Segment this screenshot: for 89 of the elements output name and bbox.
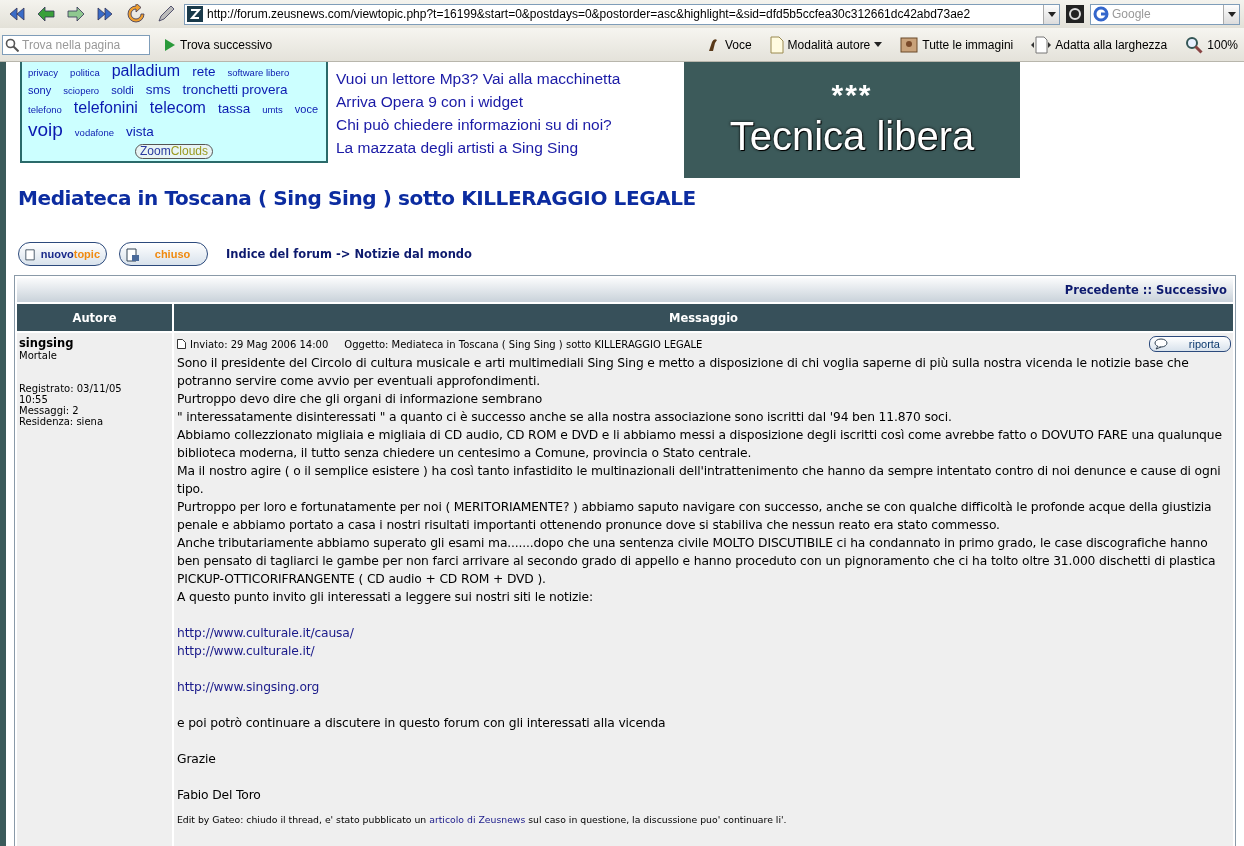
- news-link[interactable]: Vuoi un lettore Mp3? Vai alla macchinetta: [336, 67, 676, 90]
- lock-icon: [126, 246, 140, 262]
- search-field[interactable]: Google: [1112, 7, 1220, 21]
- caret-icon: [1227, 11, 1236, 17]
- author-detail: Registrato: 03/11/05: [19, 383, 123, 394]
- caret-icon: [1047, 11, 1056, 17]
- speech-bubble-icon: [1154, 338, 1170, 350]
- dropdown-button[interactable]: [1043, 4, 1059, 24]
- article-link[interactable]: articolo di Zeusnews: [429, 814, 526, 825]
- tag-link[interactable]: voce: [294, 101, 318, 118]
- topic-title: Mediateca in Toscana ( Sing Sing ) sotto KILLERAGGIO LEGALE: [18, 186, 697, 210]
- message-text: Ma il nostro agire ( o il semplice esistere ) ha così tanto infastidito le multinazionali dell'intrattenimento che hanno da sempre intentato contro di noi denunce e cause di ogni tipo.: [177, 463, 1222, 498]
- tag-link[interactable]: privacy: [28, 64, 59, 81]
- edit-note: Edit by Gateo: chiudo il thread, e' stato pubblicato un articolo di Zeusnews sul caso in questione, la discussione puo' continuare li'.: [177, 814, 788, 825]
- tag-link[interactable]: telefonini: [73, 99, 138, 116]
- dropdown-button[interactable]: [1223, 4, 1239, 24]
- tag-link[interactable]: politica: [70, 64, 100, 81]
- tag-link[interactable]: rete: [192, 63, 216, 80]
- column-header: Messaggio: [174, 304, 1233, 331]
- toolbar-button[interactable]: Adatta alla larghezza: [1027, 35, 1172, 54]
- page-icon: [769, 35, 784, 54]
- tag-link[interactable]: telefono: [28, 101, 62, 118]
- zoom-button[interactable]: 100%: [1181, 35, 1242, 54]
- reload-icon[interactable]: [124, 3, 148, 25]
- author-rank: Mortale: [19, 350, 58, 361]
- notepad-icon: [25, 246, 37, 262]
- author-detail: 10:55: [19, 394, 48, 405]
- message-text: Purtroppo devo dire che gli organi di informazione sembrano: [177, 391, 544, 408]
- message-text: Anche tributariamente abbiamo superato gli esami ma.......dopo che una sentenza civile MOLTO DISCUTIBILE ci ha condannato in primo grado, le case discografiche hanno ben pensato di tagliarci le gambe per non farci arrivare al secondo grado di appello e hanno proceduto con un pignoramento che ci ha tolto oltre 31.000 dischetti di plastica PICKUP-OTTICORIFRANGENTE ( CD audio + CD ROM + DVD ).: [177, 535, 1217, 588]
- message-text: Sono il presidente del Circolo di cultura musicale e arti multimediali Sing Sing e metto a disposizione di chi voglia saperne di più sulla nostra vicenda le notizie base che potranno servire come avvio per eventuali approfondimenti.: [177, 355, 1190, 390]
- fit-width-icon: [1031, 35, 1052, 54]
- tag-link[interactable]: telecom: [149, 99, 206, 116]
- message-text: Grazie: [177, 751, 217, 768]
- tag-link[interactable]: software libero: [227, 64, 290, 81]
- url-link[interactable]: http://www.culturale.it/: [177, 642, 315, 660]
- search-icon: [5, 37, 19, 52]
- zoom-icon: [1185, 35, 1204, 54]
- tag-link[interactable]: sony: [28, 82, 52, 99]
- nav-separator: ::: [1142, 283, 1153, 297]
- news-link[interactable]: Chi può chiedere informazioni su di noi?: [336, 113, 676, 136]
- find-field[interactable]: Trova nella pagina: [22, 37, 149, 52]
- message-text: Fabio Del Toro: [177, 787, 262, 804]
- previous-link[interactable]: Precedente: [1064, 283, 1139, 297]
- news-link[interactable]: La mazzata degli artisti a Sing Sing: [336, 136, 676, 159]
- author-detail: Residenza: siena: [19, 416, 104, 427]
- find-box[interactable]: Trova nella pagina: [2, 34, 150, 55]
- message-text: Purtroppo per loro e fortunatamente per noi ( MERITORIAMENTE? ) abbiamo saputo navigare con successo, anche se con qualche difficoltà le profonde acque della giustizia penale e abbiamo portato a casa i nostri risultati importanti ottenendo pronunce dove si stabiliva che nessun reato era stato commesso.: [177, 499, 1213, 534]
- toolbar-button[interactable]: Modalità autore: [765, 35, 887, 54]
- google-icon: [1093, 6, 1109, 22]
- post-date: Inviato: 29 Mag 2006 14:00: [190, 338, 329, 350]
- tag-link[interactable]: tronchetti provera: [182, 81, 288, 98]
- tag-link[interactable]: umts: [262, 101, 283, 118]
- toolbar-button[interactable]: Tutte le immagini: [896, 36, 1018, 53]
- caret-icon: [874, 42, 883, 47]
- post-subject: Oggetto: Mediateca in Toscana ( Sing Sing ) sotto KILLERAGGIO LEGALE: [344, 338, 703, 350]
- forum-index-link[interactable]: Indice del forum: [226, 247, 332, 261]
- column-header: Autore: [17, 304, 172, 331]
- message-text: " interessatamente disinteressati " a quanto ci è successo anche se alla nostra associazione sono iscritti dal '94 ben 11.870 soci.: [177, 409, 953, 426]
- author-name[interactable]: singsing: [19, 336, 170, 350]
- url-link[interactable]: http://www.singsing.org: [177, 678, 320, 696]
- site-icon: [187, 6, 203, 22]
- find-next-button[interactable]: Trova successivo: [160, 37, 277, 52]
- zoomclouds-logo[interactable]: ZoomClouds: [134, 144, 213, 159]
- toolbar-button[interactable]: Voce: [700, 36, 756, 53]
- report-button[interactable]: riporta: [1149, 336, 1231, 352]
- post-icon: [177, 339, 186, 349]
- image-icon: [900, 36, 919, 53]
- message-text: Abbiamo collezzionato migliaia e migliaia di CD audio, CD ROM e DVD e li abbiamo messi a disposizione degli iscritti così come avrebbe fatto o DOVUTO FARE una qualunque biblioteca moderna, il tutto senza chiedere un centesimo a Comune, provincia o Stato centrale.: [177, 427, 1223, 462]
- next-link[interactable]: Successivo: [1156, 283, 1227, 297]
- tag-link[interactable]: voip: [28, 118, 63, 142]
- message-text: A questo punto invito gli interessati a leggere sui nostri siti le notizie:: [177, 589, 594, 606]
- feed-icon[interactable]: [1066, 5, 1084, 23]
- tag-link[interactable]: vodafone: [74, 124, 114, 141]
- news-link[interactable]: Arriva Opera 9 con i widget: [336, 90, 676, 113]
- play-icon: [164, 37, 176, 52]
- banner[interactable]: *** Tecnica libera: [684, 62, 1020, 178]
- message-text: e poi potrò continuare a discutere in questo forum con gli interessati alla vicenda: [177, 715, 667, 732]
- search-box[interactable]: Google: [1090, 3, 1240, 25]
- tag-link[interactable]: tassa: [217, 100, 251, 117]
- tag-link[interactable]: sms: [145, 81, 171, 98]
- url-link[interactable]: http://www.culturale.it/causa/: [177, 624, 354, 642]
- new-topic-button[interactable]: nuovotopic: [18, 242, 107, 266]
- tag-link[interactable]: palladium: [111, 62, 181, 79]
- tag-link[interactable]: vista: [125, 123, 154, 140]
- tag-link[interactable]: sciopero: [63, 82, 100, 99]
- section-link[interactable]: Notizie dal mondo: [354, 247, 472, 261]
- author-detail: Messaggi: 2: [19, 405, 79, 416]
- tag-link[interactable]: soldi: [111, 82, 134, 99]
- breadcrumb-separator: ->: [336, 247, 351, 261]
